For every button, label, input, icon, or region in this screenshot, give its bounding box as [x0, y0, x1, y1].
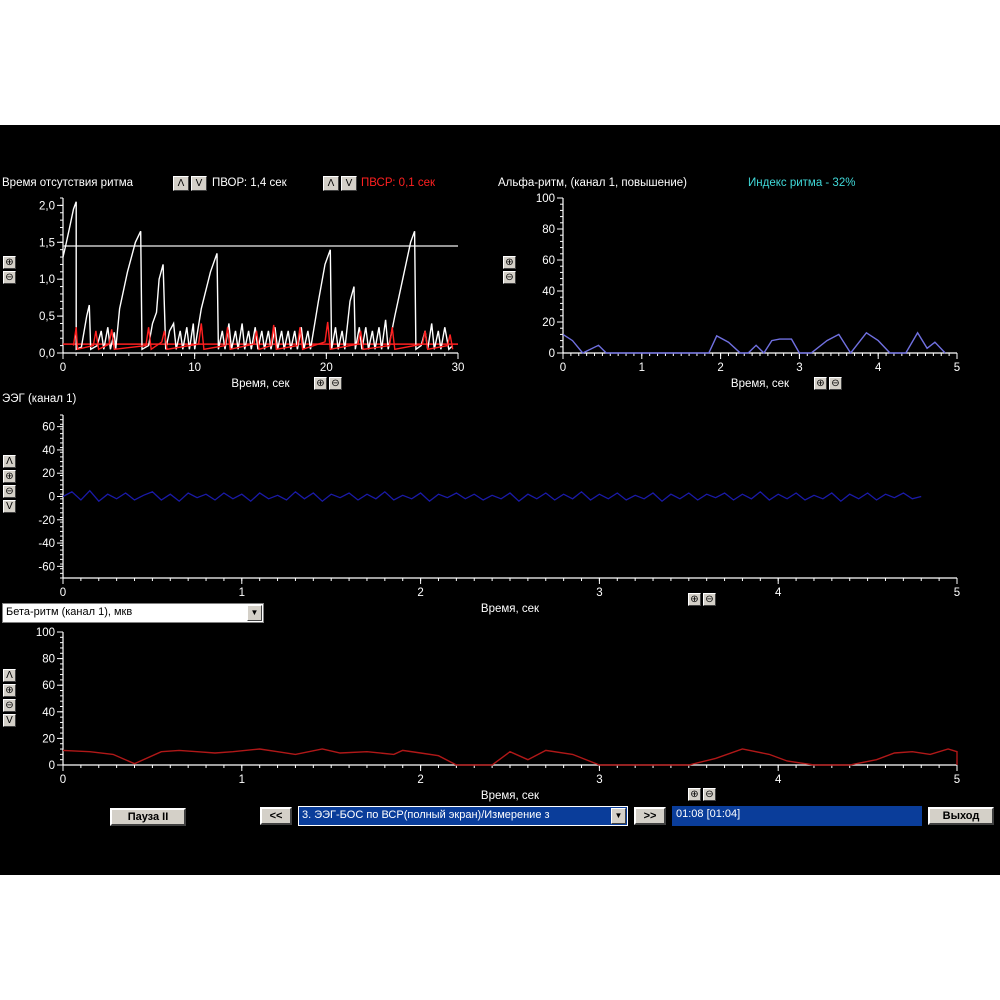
beta-x-axis-title: Время, сек [481, 790, 540, 802]
alpha-x-tick-label: 1 [639, 362, 645, 374]
eeg-x-axis-title: Время, сек [481, 603, 540, 615]
eeg-y-tick-label: -40 [38, 538, 55, 550]
session-select[interactable]: 3. ЭЭГ-БОС по ВСР(полный экран)/Измерени… [298, 806, 628, 826]
alpha-y-tick-label: 60 [542, 255, 555, 267]
eeg-x-tick-label: 2 [417, 587, 423, 599]
alpha-y-tick-label: 40 [542, 286, 555, 298]
alpha-y-tick-label: 20 [542, 317, 555, 329]
eeg-y-tick-label: -60 [38, 561, 55, 573]
absence-y-tick-label: 0,0 [39, 348, 55, 360]
alpha-x-tick-label: 5 [954, 362, 960, 374]
alpha-x-tick-label: 3 [796, 362, 802, 374]
beta-x-tick-label: 4 [775, 774, 782, 786]
eeg-x-tick-label: 4 [775, 587, 782, 599]
alpha-series-line-0 [562, 331, 946, 355]
alpha-plot-group: 0 1 2 3 4 5 0 20 40 60 80 100 Время, сек [536, 193, 960, 390]
eeg-x-tick-label: 5 [954, 587, 960, 599]
eeg-x-tick-label: 0 [60, 587, 66, 599]
alpha-x-tick-label: 0 [560, 362, 566, 374]
eeg-y-tick-label: -20 [38, 515, 55, 527]
absence-x-tick-label: 30 [452, 362, 465, 374]
absence-x-tick-label: 20 [320, 362, 333, 374]
absence-y-tick-label: 1,5 [39, 237, 55, 249]
eeg-x-tick-label: 1 [239, 587, 245, 599]
eeg-series-line-0 [62, 489, 922, 503]
absence-time-chart: 0 10 20 300,00,51,01,52,0Время, сек0 1 2 3 4 502… [36, 193, 960, 802]
session-select-value: 3. ЭЭГ-БОС по ВСР(полный экран)/Измерени… [302, 809, 550, 821]
alpha-y-tick-label: 0 [549, 348, 555, 360]
alpha-x-tick-label: 2 [717, 362, 723, 374]
eeg-y-tick-label: 20 [42, 468, 55, 480]
beta-y-tick-label: 20 [42, 733, 55, 745]
pause-button[interactable]: Пауза II [110, 808, 186, 826]
eeg-plot-group: 0 1 2 3 4 5 -60 -40 -20 0 20 40 60 Время, сек [38, 414, 960, 615]
previous-stage-button[interactable]: << [260, 807, 292, 825]
beta-plot-group: 0 1 2 3 4 5 0 20 40 60 80 100 Время, сек [36, 627, 960, 802]
alpha-y-tick-label: 80 [542, 224, 555, 236]
beta-y-tick-label: 80 [42, 654, 55, 666]
beta-y-tick-label: 100 [36, 627, 55, 639]
absence-y-tick-label: 2,0 [39, 200, 55, 212]
beta-y-tick-label: 0 [49, 760, 55, 772]
beta-y-tick-label: 60 [42, 680, 55, 692]
alpha-y-tick-label: 100 [536, 193, 555, 205]
eeg-y-tick-label: 0 [49, 492, 55, 504]
absence-y-tick-label: 1,0 [39, 274, 55, 286]
absence-y-tick-label: 0,5 [39, 311, 55, 323]
beta-x-tick-label: 5 [954, 774, 960, 786]
exit-button[interactable]: Выход [928, 807, 994, 825]
beta-x-tick-label: 0 [60, 774, 66, 786]
eeg-biofeedback-screen: Время отсутствия ритма Λ V ПВОР: 1,4 сек… [0, 125, 1000, 875]
next-stage-button[interactable]: >> [634, 807, 666, 825]
absence-x-tick-label: 10 [188, 362, 201, 374]
beta-x-tick-label: 2 [417, 774, 423, 786]
beta-x-tick-label: 3 [596, 774, 602, 786]
alpha-x-axis-title: Время, сек [731, 378, 790, 390]
eeg-x-tick-label: 3 [596, 587, 602, 599]
eeg-y-tick-label: 40 [42, 445, 55, 457]
eeg-y-tick-label: 60 [42, 422, 55, 434]
absence-x-tick-label: 0 [60, 362, 66, 374]
absence-series-line-0 [62, 201, 454, 351]
beta-series-line-0 [62, 748, 958, 766]
chevron-down-icon[interactable]: ▼ [611, 808, 626, 824]
beta-y-tick-label: 40 [42, 707, 55, 719]
absence-plot-group: 0 10 20 30 0,0 0,5 1,0 1,5 2,0 Время, сек [39, 197, 465, 390]
session-time-field: 01:08 [01:04] [672, 806, 922, 826]
absence-x-axis-title: Время, сек [231, 378, 290, 390]
alpha-x-tick-label: 4 [875, 362, 882, 374]
beta-x-tick-label: 1 [239, 774, 245, 786]
